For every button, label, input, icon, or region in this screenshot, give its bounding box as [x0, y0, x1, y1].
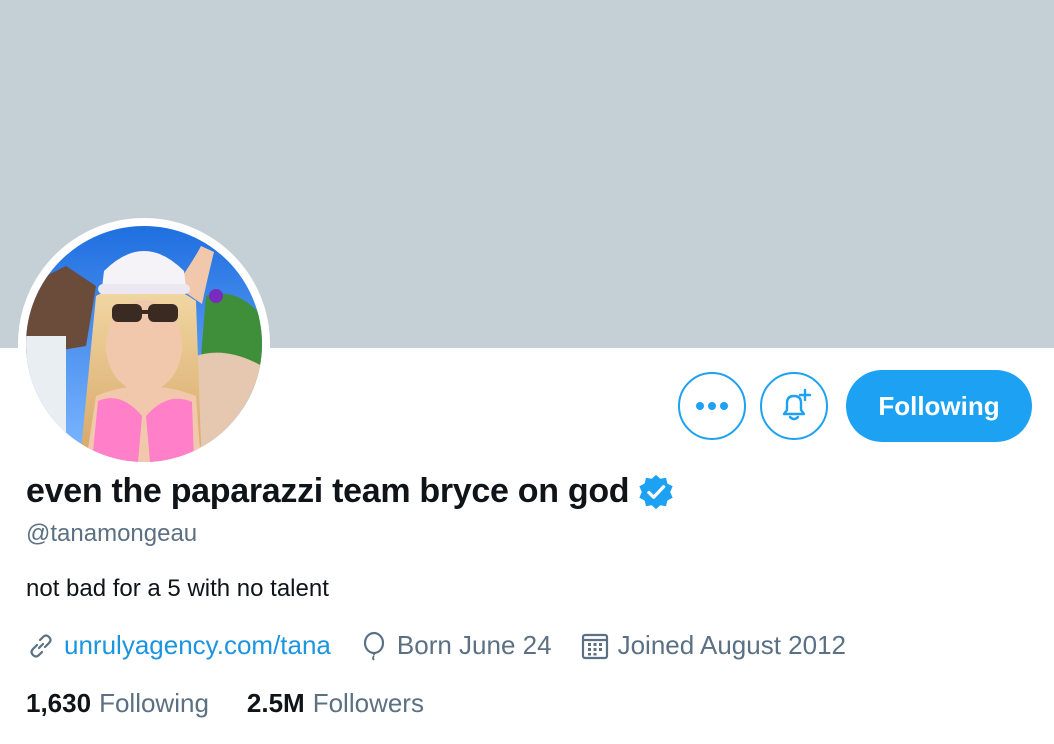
avatar-photo [26, 226, 262, 462]
following-label: Following [99, 688, 209, 718]
notifications-button[interactable] [760, 372, 828, 440]
birthday-text: Born June 24 [396, 630, 552, 660]
birthday-item: Born June 24 [359, 630, 552, 661]
avatar-frame [18, 218, 270, 470]
profile-meta: unrulyagency.com/tana Born June 24 Joine… [26, 630, 874, 661]
display-name: even the paparazzi team bryce on god [26, 472, 630, 510]
followers-count: 2.5M [246, 688, 305, 718]
followers-label: Followers [312, 688, 424, 718]
followers-stat[interactable]: 2.5M Followers [247, 688, 424, 719]
following-button[interactable]: Following [846, 370, 1032, 442]
profile-handle: @tanamongeau [26, 520, 198, 547]
following-stat[interactable]: 1,630 Following [26, 688, 209, 719]
website-link[interactable]: unrulyagency.com/tana [64, 630, 331, 661]
bell-plus-icon [782, 388, 812, 421]
avatar[interactable] [26, 226, 262, 462]
calendar-icon [581, 633, 608, 659]
following-count: 1,630 [26, 688, 92, 718]
joined-text: Joined August 2012 [617, 630, 846, 660]
profile-actions: Following [678, 370, 1032, 442]
link-icon [30, 633, 52, 658]
website-item: unrulyagency.com/tana [26, 630, 331, 661]
verified-badge-icon [639, 474, 673, 509]
more-dots-icon [696, 402, 728, 410]
more-button[interactable] [678, 372, 746, 440]
joined-item: Joined August 2012 [580, 630, 846, 661]
profile-stats: 1,630 Following 2.5M Followers [26, 688, 462, 719]
balloon-icon [363, 631, 385, 661]
name-row: even the paparazzi team bryce on god [26, 472, 675, 511]
profile-bio: not bad for a 5 with no talent [26, 575, 329, 602]
